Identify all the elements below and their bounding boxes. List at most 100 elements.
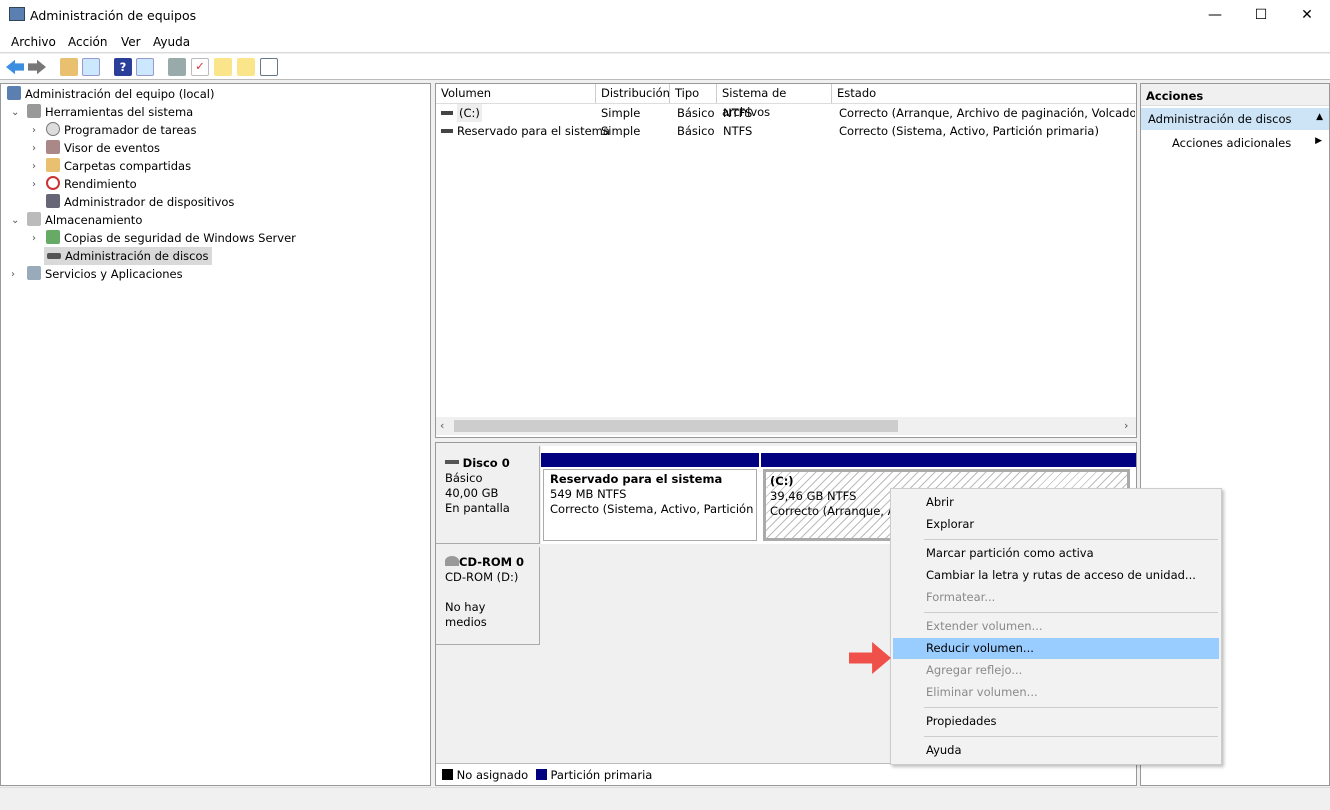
scroll-left-icon[interactable]: ‹ (440, 419, 444, 432)
menu-item-formatear[interactable]: Formatear... (893, 587, 1219, 608)
disk-type: Básico (445, 471, 483, 485)
disk-status: En pantalla (445, 501, 510, 515)
menu-item-agregar-reflejo[interactable]: Agregar reflejo... (893, 660, 1219, 681)
menu-bar: Archivo Acción Ver Ayuda (0, 30, 1330, 53)
tree-label: Programador de tareas (64, 123, 197, 137)
chevron-down-icon[interactable]: ⌄ (11, 215, 19, 226)
connect-icon[interactable] (168, 58, 186, 76)
menu-separator (924, 539, 1218, 540)
tree-item-almacenamiento[interactable]: Almacenamiento (27, 211, 142, 229)
context-menu: Abrir Explorar Marcar partición como act… (890, 488, 1222, 765)
tree-item-dispositivos[interactable]: Administrador de dispositivos (46, 193, 234, 211)
chevron-right-icon[interactable]: › (32, 179, 36, 190)
primary-partition-bar (541, 453, 759, 467)
partition-status: Correcto (Sistema, Activo, Partición pri (550, 502, 757, 516)
cell: (C:) (457, 104, 482, 122)
performance-icon (46, 176, 60, 190)
maximize-button[interactable]: ☐ (1238, 0, 1284, 30)
tree-item-herramientas[interactable]: Herramientas del sistema (27, 103, 193, 121)
actions-section-disk-management[interactable]: Administración de discos ▲ (1141, 108, 1329, 130)
menu-item-cambiar-letra[interactable]: Cambiar la letra y rutas de acceso de un… (893, 565, 1219, 586)
tree-label: Copias de seguridad de Windows Server (64, 231, 296, 245)
tree-item-programador[interactable]: Programador de tareas (46, 121, 196, 139)
tree-item-administracion-discos[interactable]: Administración de discos (44, 247, 212, 265)
partition-status: Correcto (Arranque, Ar (770, 504, 901, 518)
chevron-right-icon[interactable]: › (32, 161, 36, 172)
tree-label: Carpetas compartidas (64, 159, 192, 173)
scroll-right-icon[interactable]: › (1124, 419, 1128, 432)
partition-size: 39,46 GB NTFS (770, 489, 857, 503)
partition-name: Reservado para el sistema (550, 472, 723, 486)
menu-item-reducir[interactable]: Reducir volumen... (893, 638, 1219, 659)
table-row[interactable]: Reservado para el sistema Simple Básico … (436, 122, 1136, 140)
menu-ayuda[interactable]: Ayuda (153, 35, 190, 49)
chevron-down-icon[interactable]: ⌄ (11, 107, 19, 118)
menu-item-abrir[interactable]: Abrir (893, 492, 1219, 513)
tree-item-visor[interactable]: Visor de eventos (46, 139, 160, 157)
scrollbar-thumb[interactable] (454, 420, 898, 432)
tree-root[interactable]: Administración del equipo (local) (7, 85, 214, 103)
help-icon[interactable]: ? (114, 58, 132, 76)
tree-label: Herramientas del sistema (45, 105, 194, 119)
toolbar: ? ✓ (0, 54, 1330, 80)
show-hide-tree-icon[interactable] (82, 58, 100, 76)
menu-accion[interactable]: Acción (68, 35, 107, 49)
table-row[interactable]: (C:) Simple Básico NTFS Correcto (Arranq… (436, 104, 1136, 122)
menu-item-propiedades[interactable]: Propiedades (893, 711, 1219, 732)
disk-0-info[interactable]: Disco 0 Básico 40,00 GB En pantalla (436, 446, 540, 544)
properties-icon[interactable] (260, 58, 278, 76)
legend: No asignado Partición primaria (436, 763, 1136, 785)
collapse-icon[interactable]: ▲ (1316, 112, 1323, 122)
col-sistema-archivos[interactable]: Sistema de archivos (717, 84, 832, 119)
tree-item-carpetas[interactable]: Carpetas compartidas (46, 157, 191, 175)
disk-icon (47, 253, 61, 259)
tree-item-copias[interactable]: Copias de seguridad de Windows Server (46, 229, 296, 247)
volume-list: Volumen Distribución Tipo Sistema de arc… (435, 83, 1137, 438)
primary-partition-bar (761, 453, 1136, 467)
minimize-button[interactable]: — (1192, 0, 1238, 30)
menu-item-marcar-activa[interactable]: Marcar partición como activa (893, 543, 1219, 564)
cell: Básico (677, 124, 715, 138)
forward-icon[interactable] (28, 59, 46, 75)
cell: Básico (677, 106, 715, 120)
col-tipo[interactable]: Tipo (670, 84, 717, 103)
chevron-right-icon[interactable]: › (32, 143, 36, 154)
menu-item-ayuda[interactable]: Ayuda (893, 740, 1219, 761)
tree-item-servicios[interactable]: Servicios y Aplicaciones (27, 265, 183, 283)
tree-root-label: Administración del equipo (local) (25, 87, 215, 101)
up-icon[interactable] (60, 58, 78, 76)
check-icon[interactable]: ✓ (191, 58, 209, 76)
submenu-arrow-icon: ▶ (1315, 136, 1322, 146)
disk-type: CD-ROM (D:) (445, 570, 519, 584)
tree-item-rendimiento[interactable]: Rendimiento (46, 175, 137, 193)
section-label: Administración de discos (1148, 112, 1292, 126)
menu-item-eliminar[interactable]: Eliminar volumen... (893, 682, 1219, 703)
backup-icon (46, 230, 60, 244)
legend-label: No asignado (456, 768, 529, 782)
export-icon[interactable] (214, 58, 232, 76)
actions-more[interactable]: Acciones adicionales ▶ (1172, 136, 1322, 150)
volume-icon (441, 129, 453, 133)
partition-reserved[interactable]: Reservado para el sistema 549 MB NTFS Co… (541, 453, 759, 543)
back-icon[interactable] (6, 59, 24, 75)
show-hide-action-icon[interactable] (136, 58, 154, 76)
close-button[interactable]: ✕ (1284, 0, 1330, 30)
col-volumen[interactable]: Volumen (436, 84, 596, 103)
cell: Correcto (Arranque, Archivo de paginació… (839, 106, 1135, 120)
menu-ver[interactable]: Ver (121, 35, 141, 49)
shared-folder-icon (46, 158, 60, 172)
search-icon[interactable] (237, 58, 255, 76)
chevron-right-icon[interactable]: › (11, 269, 15, 280)
cdrom-0-info[interactable]: CD-ROM 0 CD-ROM (D:) No hay medios (436, 547, 540, 645)
chevron-right-icon[interactable]: › (32, 233, 36, 244)
chevron-right-icon[interactable]: › (32, 125, 36, 136)
menu-archivo[interactable]: Archivo (11, 35, 56, 49)
title-bar: Administración de equipos — ☐ ✕ (0, 0, 1330, 30)
col-estado[interactable]: Estado (832, 84, 1136, 103)
menu-separator (924, 707, 1218, 708)
menu-item-extender[interactable]: Extender volumen... (893, 616, 1219, 637)
col-distribucion[interactable]: Distribución (596, 84, 670, 103)
menu-item-explorar[interactable]: Explorar (893, 514, 1219, 535)
horizontal-scrollbar[interactable]: ‹ › (436, 417, 1136, 435)
menu-separator (924, 612, 1218, 613)
